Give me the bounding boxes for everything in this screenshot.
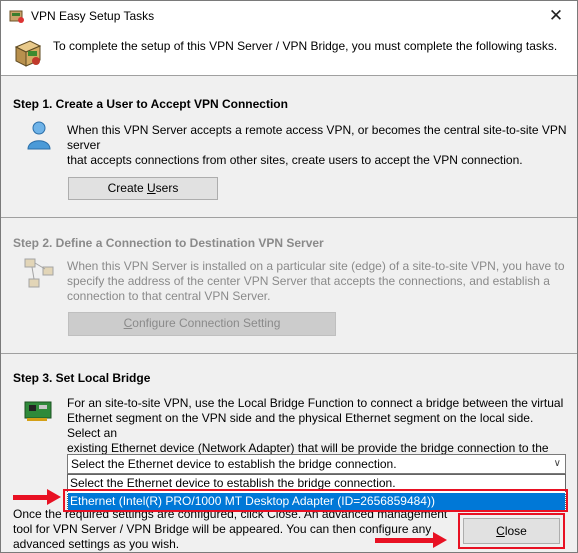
setup-box-icon bbox=[14, 40, 42, 67]
annotation-highlight-box bbox=[63, 489, 568, 512]
network-icon bbox=[24, 258, 54, 288]
vpn-easy-setup-window: VPN Easy Setup Tasks ✕ To complete the s… bbox=[0, 0, 578, 553]
user-icon bbox=[27, 121, 51, 150]
close-button[interactable]: Close bbox=[463, 518, 560, 544]
window-close-button[interactable]: ✕ bbox=[545, 5, 567, 27]
button-accel: U bbox=[147, 181, 156, 195]
vpn-app-icon bbox=[9, 10, 24, 23]
create-users-button[interactable]: Create Users bbox=[68, 177, 218, 200]
button-label-pre: Create bbox=[107, 181, 147, 195]
step1-desc-line: that accepts connections from other site… bbox=[67, 153, 523, 167]
footer-text: Once the required settings are configure… bbox=[13, 507, 453, 552]
button-label-post: lose bbox=[504, 524, 527, 538]
title-bar: VPN Easy Setup Tasks ✕ bbox=[1, 1, 577, 31]
step3-title: Step 3. Set Local Bridge bbox=[13, 371, 151, 385]
header-divider bbox=[1, 75, 577, 76]
step2-desc-line: specify the address of the center VPN Se… bbox=[67, 274, 550, 288]
step2-title: Step 2. Define a Connection to Destinati… bbox=[13, 236, 324, 250]
step1-desc-line: When this VPN Server accepts a remote ac… bbox=[67, 123, 567, 152]
step2-divider bbox=[1, 353, 577, 354]
network-card-icon bbox=[24, 401, 52, 421]
step3-desc-line: For an site-to-site VPN, use the Local B… bbox=[67, 396, 564, 410]
window-title: VPN Easy Setup Tasks bbox=[31, 9, 155, 23]
annotation-arrow-icon bbox=[13, 489, 61, 505]
button-label-post: onfigure Connection Setting bbox=[132, 316, 281, 330]
step2-desc-line: When this VPN Server is installed on a p… bbox=[67, 259, 565, 273]
button-label-post: sers bbox=[155, 181, 179, 195]
button-accel: C bbox=[123, 316, 133, 330]
step1-description: When this VPN Server accepts a remote ac… bbox=[67, 123, 567, 168]
step1-title: Step 1. Create a User to Accept VPN Conn… bbox=[13, 97, 288, 111]
configure-connection-button[interactable]: Configure Connection Setting bbox=[68, 312, 336, 336]
step1-divider bbox=[1, 217, 577, 218]
step3-desc-line: Ethernet segment on the VPN side and the… bbox=[67, 411, 534, 440]
intro-text: To complete the setup of this VPN Server… bbox=[53, 39, 558, 53]
header-panel: To complete the setup of this VPN Server… bbox=[1, 31, 577, 75]
step2-desc-line: connection to that central VPN Server. bbox=[67, 289, 271, 303]
annotation-arrow-icon bbox=[375, 532, 447, 548]
footer-line: tool for VPN Server / VPN Bridge will be… bbox=[13, 522, 432, 536]
step2-description: When this VPN Server is installed on a p… bbox=[67, 259, 567, 304]
combo-value: Select the Ethernet device to establish … bbox=[71, 457, 397, 471]
button-accel: C bbox=[496, 524, 505, 538]
ethernet-device-select[interactable]: Select the Ethernet device to establish … bbox=[67, 454, 566, 474]
chevron-down-icon: ∨ bbox=[553, 458, 561, 469]
